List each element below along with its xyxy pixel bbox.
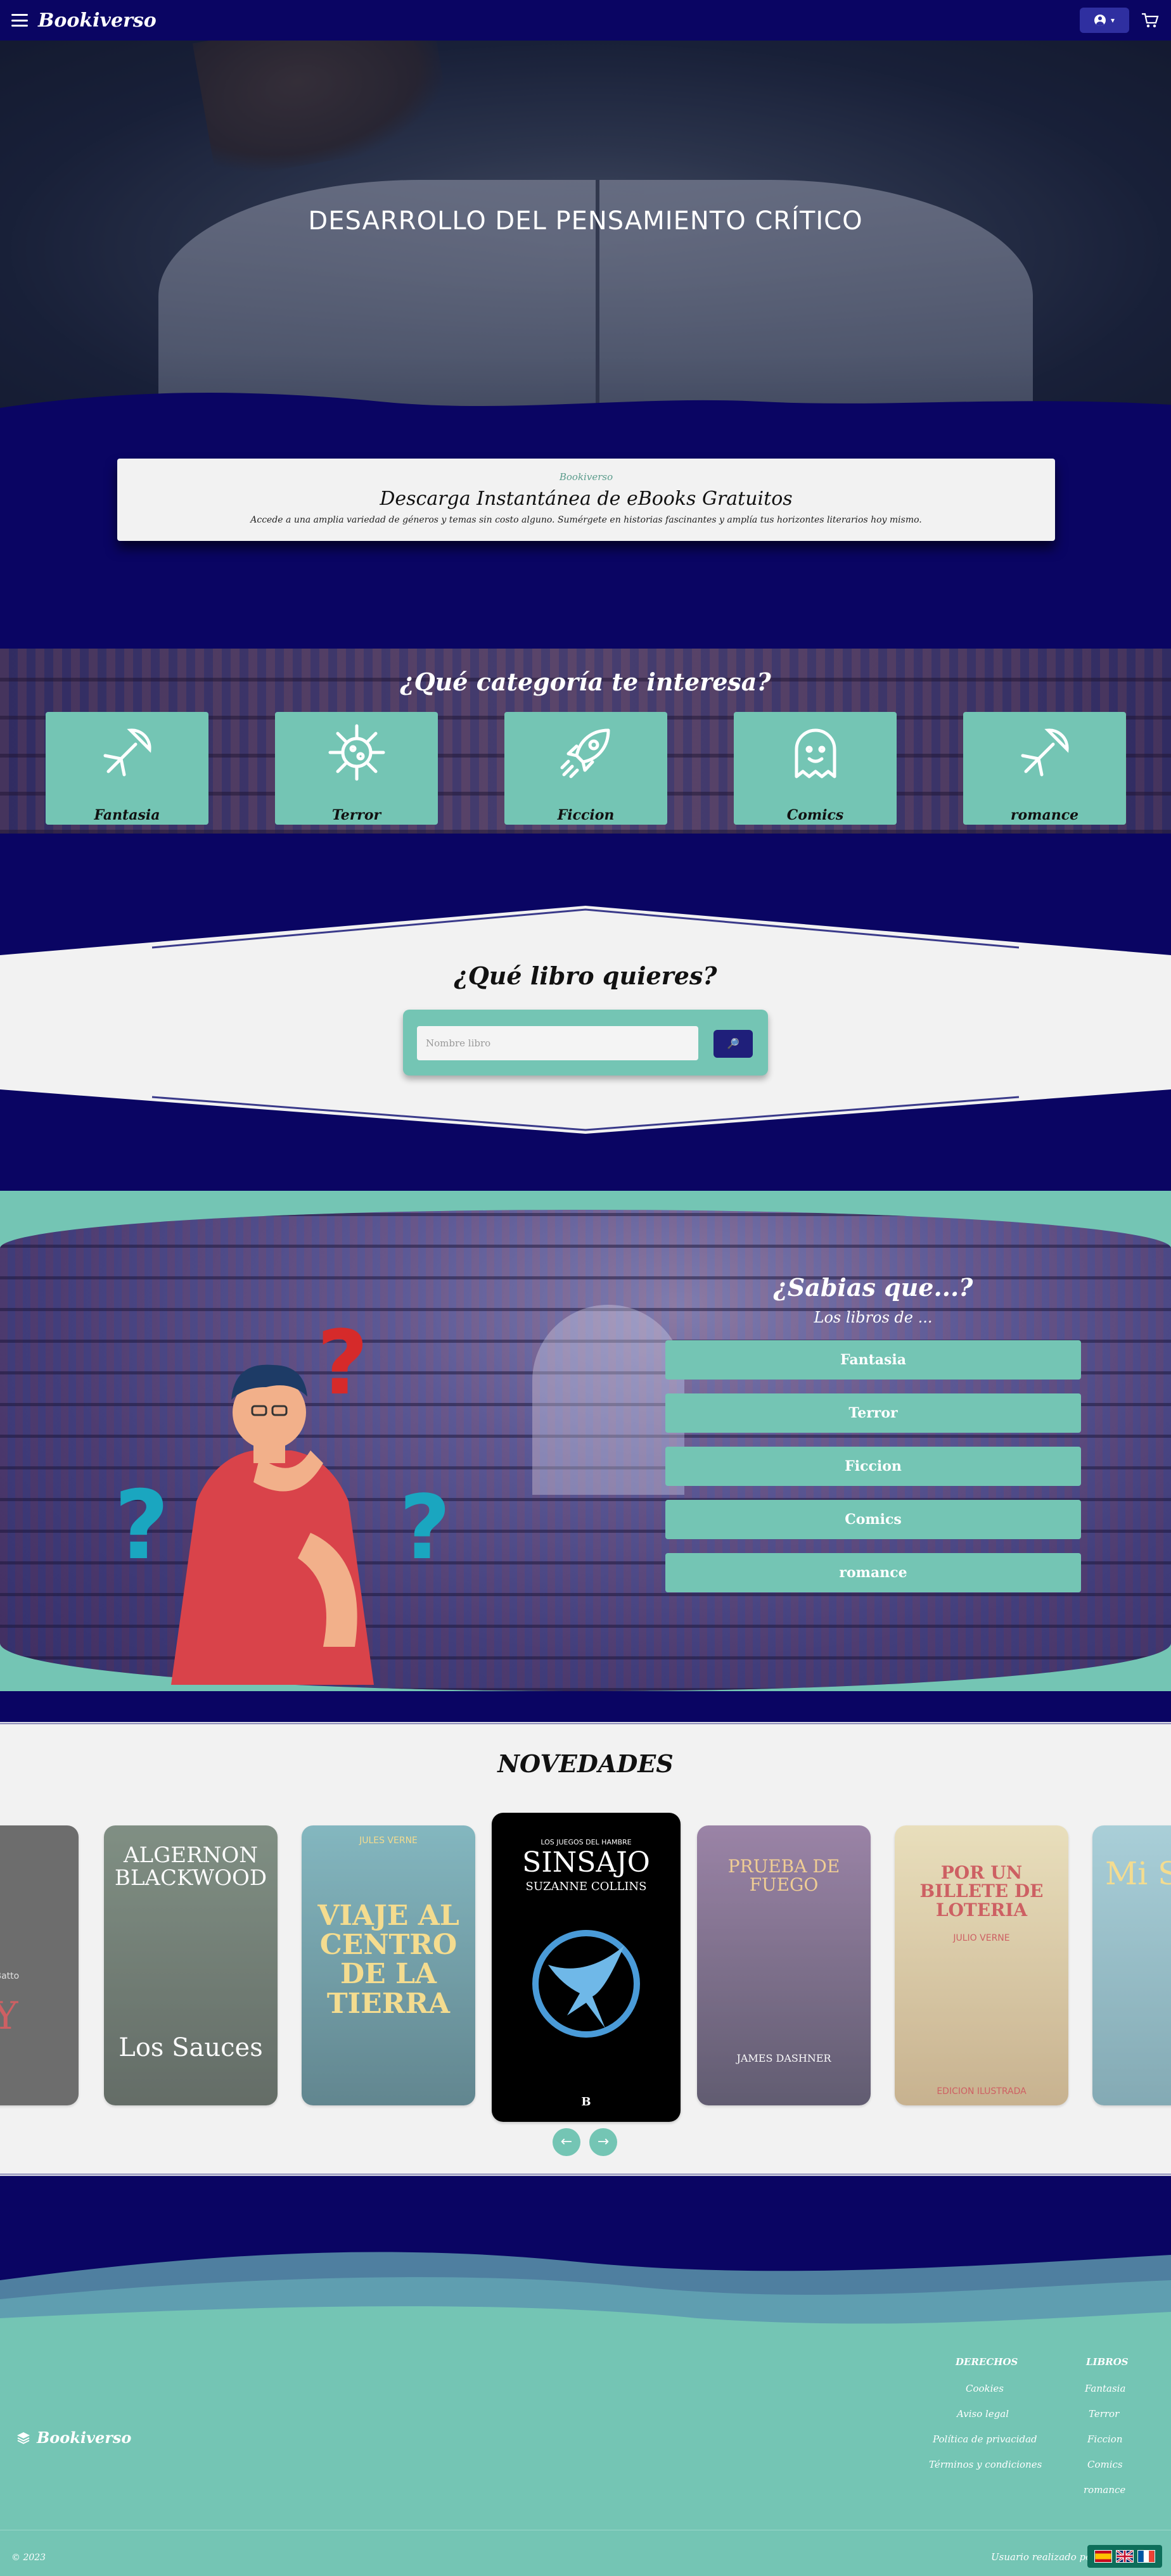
categories-section: ¿Qué categoría te interesa? Fantasia Ter… bbox=[0, 649, 1171, 834]
footer-link-fantasia[interactable]: Fantasia bbox=[1085, 2383, 1125, 2394]
footer-link-cookies[interactable]: Cookies bbox=[966, 2383, 1004, 2394]
copyright: © 2023 bbox=[11, 2553, 46, 2563]
info-card: Bookiverso Descarga Instantánea de eBook… bbox=[117, 459, 1055, 541]
hero-title: DESARROLLO DEL PENSAMIENTO CRÍTICO bbox=[308, 206, 863, 236]
novedades-title: NOVEDADES bbox=[497, 1749, 674, 1778]
book-cover[interactable]: Lesley Batto RY bbox=[0, 1825, 79, 2105]
footer-libros-heading: LIBROS bbox=[1086, 2356, 1129, 2368]
category-card-comics[interactable]: Comics bbox=[734, 712, 897, 825]
ghost-icon bbox=[795, 728, 836, 778]
carousel-next-button[interactable]: → bbox=[589, 2128, 617, 2156]
cart-icon[interactable] bbox=[1141, 12, 1160, 29]
rocket-icon bbox=[560, 728, 610, 778]
footer-brand-text: Bookiverso bbox=[37, 2428, 132, 2447]
satellite-icon bbox=[103, 728, 151, 777]
france-flag-icon[interactable] bbox=[1137, 2550, 1155, 2563]
footer: Bookiverso DERECHOS Cookies Aviso legal … bbox=[0, 2179, 1171, 2576]
svg-text:?: ? bbox=[317, 1312, 368, 1415]
made-by-text: Usuario realizado po bbox=[991, 2551, 1092, 2563]
info-card-title: Descarga Instantánea de eBooks Gratuitos bbox=[380, 488, 793, 510]
category-label: Fantasia bbox=[94, 807, 160, 823]
uk-flag-icon[interactable] bbox=[1116, 2550, 1134, 2563]
category-card-fantasia[interactable]: Fantasia bbox=[46, 712, 208, 825]
sabias-button-ficcion[interactable]: Ficcion bbox=[665, 1447, 1081, 1486]
brand-logo[interactable]: Bookiverso bbox=[38, 10, 157, 32]
language-selector bbox=[1087, 2545, 1162, 2568]
svg-text:?: ? bbox=[399, 1476, 451, 1580]
footer-link-comics[interactable]: Comics bbox=[1087, 2459, 1123, 2470]
categories-title: ¿Qué categoría te interesa? bbox=[400, 668, 771, 696]
book-cover[interactable]: POR UN BILLETE DE LOTERIA JULIO VERNE ED… bbox=[895, 1825, 1068, 2105]
novedades-section: NOVEDADES Lesley Batto RY ALGERNON BLACK… bbox=[0, 1722, 1171, 2176]
category-label: Terror bbox=[331, 807, 381, 823]
hero-wave bbox=[0, 393, 1171, 421]
footer-link-terror[interactable]: Terror bbox=[1089, 2408, 1119, 2420]
user-menu-button[interactable]: ▾ bbox=[1080, 8, 1129, 33]
book-cover[interactable]: ALGERNON BLACKWOOD Los Sauces bbox=[104, 1825, 278, 2105]
layers-icon bbox=[17, 2432, 30, 2444]
book-cover[interactable]: JULES VERNE VIAJE AL CENTRO DE LA TIERRA bbox=[302, 1825, 475, 2105]
satellite-icon bbox=[1021, 728, 1069, 777]
footer-link-privacidad[interactable]: Política de privacidad bbox=[933, 2433, 1037, 2445]
book-cover[interactable]: Mi Stro bbox=[1092, 1825, 1171, 2105]
sabias-button-fantasia[interactable]: Fantasia bbox=[665, 1340, 1081, 1380]
search-section: ¿Qué libro quieres? 🔎 bbox=[0, 899, 1171, 1140]
virus-icon bbox=[328, 724, 385, 781]
book-cover-active[interactable]: LOS JUEGOS DEL HAMBRE SINSAJO SUZANNE CO… bbox=[492, 1813, 681, 2122]
sabias-button-terror[interactable]: Terror bbox=[665, 1393, 1081, 1433]
info-card-brand: Bookiverso bbox=[559, 471, 613, 483]
chevron-down-icon: ▾ bbox=[1110, 16, 1115, 25]
sabias-title: ¿Sabias que...? bbox=[773, 1273, 973, 1302]
footer-link-terminos[interactable]: Términos y condiciones bbox=[929, 2459, 1042, 2470]
search-box: 🔎 bbox=[403, 1010, 768, 1075]
sabias-subtitle: Los libros de ... bbox=[814, 1309, 933, 1326]
footer-waves bbox=[0, 2252, 1171, 2344]
sabias-button-romance[interactable]: romance bbox=[665, 1553, 1081, 1592]
category-label: Comics bbox=[786, 807, 844, 823]
category-card-romance[interactable]: romance bbox=[963, 712, 1126, 825]
mockingjay-icon bbox=[532, 1930, 640, 2038]
navbar: Bookiverso ▾ bbox=[0, 0, 1171, 41]
category-label: romance bbox=[1010, 807, 1079, 823]
category-card-terror[interactable]: Terror bbox=[275, 712, 438, 825]
spain-flag-icon[interactable] bbox=[1094, 2550, 1112, 2563]
sabias-button-comics[interactable]: Comics bbox=[665, 1500, 1081, 1539]
search-icon: 🔎 bbox=[727, 1039, 739, 1050]
book-cover[interactable]: PRUEBA DE FUEGO JAMES DASHNER bbox=[697, 1825, 871, 2105]
sabias-que-section: ? ? ? ¿Sabias que...? Los libros de ... … bbox=[0, 1191, 1171, 1691]
footer-link-romance[interactable]: romance bbox=[1084, 2484, 1125, 2496]
footer-brand[interactable]: Bookiverso bbox=[16, 2428, 131, 2447]
carousel-prev-button[interactable]: ← bbox=[553, 2128, 580, 2156]
info-card-description: Accede a una amplia variedad de géneros … bbox=[250, 515, 922, 525]
thinking-person-illustration: ? ? ? bbox=[114, 1312, 451, 1685]
user-icon bbox=[1094, 15, 1106, 26]
hero-banner: DESARROLLO DEL PENSAMIENTO CRÍTICO bbox=[0, 41, 1171, 421]
search-button[interactable]: 🔎 bbox=[713, 1030, 753, 1058]
footer-link-ficcion[interactable]: Ficcion bbox=[1087, 2433, 1123, 2445]
footer-link-aviso-legal[interactable]: Aviso legal bbox=[957, 2408, 1009, 2420]
search-title: ¿Qué libro quieres? bbox=[454, 961, 717, 990]
search-input[interactable] bbox=[417, 1026, 698, 1060]
menu-icon[interactable] bbox=[11, 14, 28, 27]
svg-text:?: ? bbox=[114, 1471, 169, 1581]
category-label: Ficcion bbox=[557, 807, 615, 823]
category-card-ficcion[interactable]: Ficcion bbox=[504, 712, 667, 825]
footer-derechos-heading: DERECHOS bbox=[956, 2356, 1018, 2368]
